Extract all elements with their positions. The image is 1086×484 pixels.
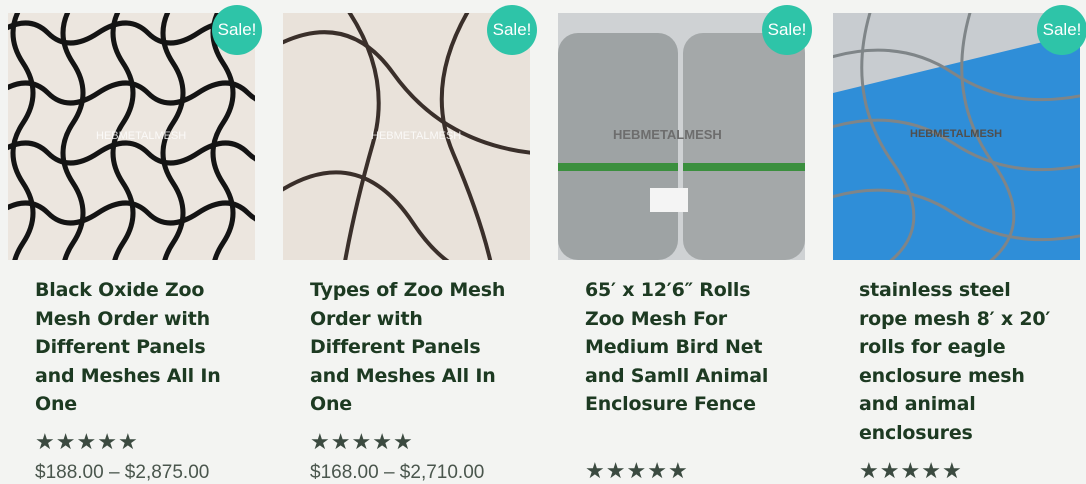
product-price: $168.00 – $2,710.00 [310,462,485,483]
product-image[interactable]: HEBMETALMESH [283,13,530,260]
star-icon: ★ [97,430,117,455]
stainless-rope-mesh-image: HEBMETALMESH [283,13,530,260]
star-icon: ★ [372,430,392,455]
sale-badge: Sale! [487,5,537,55]
mesh-over-tarp-image: HEBMETALMESH [833,13,1080,260]
star-icon: ★ [605,459,626,484]
star-icon: ★ [330,430,351,455]
star-icon: ★ [35,430,55,455]
star-icon: ★ [585,459,605,484]
star-icon: ★ [667,459,688,484]
star-icon: ★ [900,459,921,484]
star-icon: ★ [310,430,330,455]
svg-text:HEBMETALMESH: HEBMETALMESH [613,127,722,142]
star-icon: ★ [941,459,962,484]
star-icon: ★ [351,430,372,455]
product-image[interactable]: HEBMETALMESH [8,13,255,260]
mesh-rolls-image: HEBMETALMESH [558,13,805,260]
black-zoo-mesh-image: HEBMETALMESH [8,13,255,260]
sale-badge: Sale! [762,5,812,55]
star-icon: ★ [76,430,97,455]
product-card[interactable]: HEBMETALMESH Sale! Black Oxide Zoo Mesh … [0,0,275,483]
product-card[interactable]: HEBMETALMESH Sale! stainless steel rope … [825,0,1086,483]
svg-text:HEBMETALMESH: HEBMETALMESH [910,128,1002,140]
svg-text:HEBMETALMESH: HEBMETALMESH [371,130,461,142]
star-icon: ★ [879,459,900,484]
star-rating: ★ ★ ★ ★ ★ [35,432,139,454]
star-icon: ★ [392,430,413,455]
product-title[interactable]: 65′ x 12′6″ Rolls Zoo Mesh For Medium Bi… [585,276,785,419]
product-title[interactable]: Black Oxide Zoo Mesh Order with Differen… [35,276,235,419]
star-icon: ★ [117,430,138,455]
star-icon: ★ [647,459,667,484]
star-icon: ★ [55,430,76,455]
product-price: $188.00 – $2,875.00 [35,462,210,483]
product-title[interactable]: stainless steel rope mesh 8′ x 20′ rolls… [859,276,1059,448]
product-card[interactable]: HEBMETALMESH Sale! Types of Zoo Mesh Ord… [275,0,550,483]
star-icon: ★ [859,459,879,484]
star-rating: ★ ★ ★ ★ ★ [310,432,414,454]
sale-badge: Sale! [212,5,262,55]
product-image[interactable]: HEBMETALMESH [558,13,805,260]
sale-badge: Sale! [1037,5,1086,55]
svg-text:HEBMETALMESH: HEBMETALMESH [96,130,186,142]
product-title[interactable]: Types of Zoo Mesh Order with Different P… [310,276,510,419]
star-rating: ★ ★ ★ ★ ★ [585,461,689,483]
star-icon: ★ [626,459,647,484]
star-icon: ★ [921,459,941,484]
product-image[interactable]: HEBMETALMESH [833,13,1080,260]
product-card[interactable]: HEBMETALMESH Sale! 65′ x 12′6″ Rolls Zoo… [550,0,825,483]
star-rating: ★ ★ ★ ★ ★ [859,461,963,483]
